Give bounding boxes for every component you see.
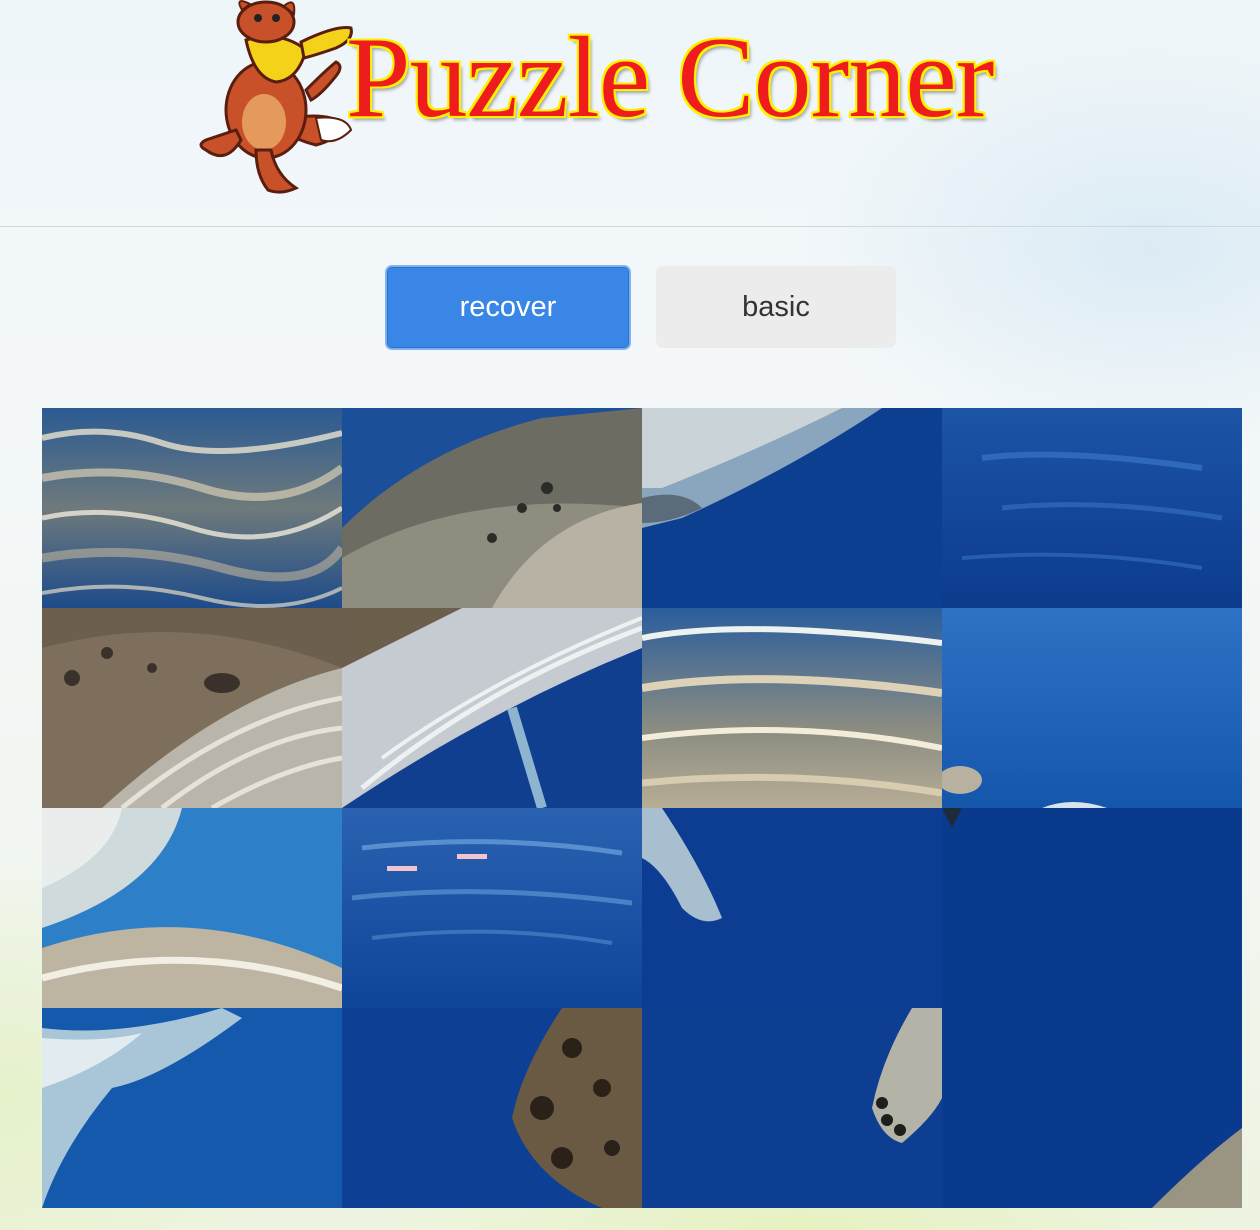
puzzle-tile[interactable] bbox=[642, 608, 942, 808]
site-header: Puzzle Corner bbox=[0, 0, 1260, 226]
kangaroo-mascot-icon bbox=[199, 0, 353, 194]
puzzle-tile[interactable] bbox=[42, 408, 342, 608]
puzzle-tile[interactable] bbox=[942, 808, 1242, 1008]
puzzle-tile[interactable] bbox=[342, 1008, 642, 1208]
recover-button[interactable]: recover bbox=[385, 265, 631, 350]
puzzle-tile[interactable] bbox=[942, 608, 1242, 808]
puzzle-tile[interactable] bbox=[942, 408, 1242, 608]
puzzle-tile[interactable] bbox=[642, 808, 942, 1008]
puzzle-tile[interactable] bbox=[942, 1008, 1242, 1208]
puzzle-tile[interactable] bbox=[642, 408, 942, 608]
puzzle-tile[interactable] bbox=[342, 808, 642, 1008]
header-divider bbox=[0, 226, 1260, 227]
puzzle-tile[interactable] bbox=[342, 608, 642, 808]
puzzle-board bbox=[42, 408, 1242, 1208]
puzzle-tile[interactable] bbox=[342, 408, 642, 608]
puzzle-tile[interactable] bbox=[42, 608, 342, 808]
puzzle-tile[interactable] bbox=[642, 1008, 942, 1208]
puzzle-tile[interactable] bbox=[42, 1008, 342, 1208]
basic-button[interactable]: basic bbox=[656, 266, 896, 348]
puzzle-tile[interactable] bbox=[42, 808, 342, 1008]
site-logo-title: Puzzle Corner bbox=[346, 14, 994, 142]
